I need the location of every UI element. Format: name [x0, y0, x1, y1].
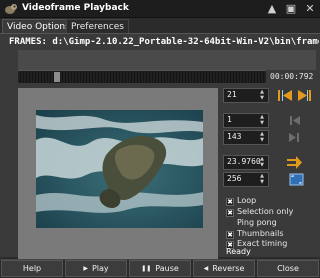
- help-label: Help: [22, 264, 42, 273]
- size-value: 256: [227, 174, 242, 183]
- frames-path-label: FRAMES: d:\Gimp-2.10.22_Portable-32-64bi…: [9, 37, 319, 47]
- fps-value: 23.9760: [227, 157, 261, 166]
- reverse-label: Reverse: [212, 264, 245, 273]
- current-frame-value: 21: [227, 90, 237, 99]
- go-start-icon[interactable]: [277, 88, 294, 103]
- from-frame-value: 1: [227, 115, 232, 124]
- speed-icon[interactable]: [286, 155, 303, 170]
- current-frame-spinbox[interactable]: 21 ▲ ▼: [223, 88, 269, 103]
- checkbox-checked-icon: ✖: [226, 231, 234, 239]
- thumbnails-checkbox[interactable]: ✖ Thumbnails: [226, 229, 283, 239]
- spin-arrows-icon[interactable]: ▲ ▼: [258, 131, 266, 144]
- fps-spinbox[interactable]: 23.9760 ▲ ▼: [223, 155, 269, 170]
- window-title: Videoframe Playback: [22, 3, 129, 13]
- thumbnails-label: Thumbnails: [237, 229, 284, 238]
- spin-arrows-icon[interactable]: ▲ ▼: [258, 173, 266, 186]
- to-frame-spinbox[interactable]: 143 ▲ ▼: [223, 130, 269, 145]
- set-to-icon[interactable]: [286, 130, 303, 145]
- ping-pong-label: Ping pong: [237, 218, 277, 227]
- tab-video-options[interactable]: Video Options: [2, 19, 75, 34]
- close-icon[interactable]: ✕: [302, 1, 318, 17]
- maximize-icon[interactable]: ▲: [264, 1, 280, 17]
- title-bar: Videoframe Playback ▲ ▣ ✕: [0, 0, 320, 18]
- selection-only-checkbox[interactable]: ✖ Selection only: [226, 207, 293, 217]
- close-button[interactable]: Close: [257, 260, 319, 277]
- timeline-scrubber[interactable]: [18, 70, 266, 83]
- from-frame-spinbox[interactable]: 1 ▲ ▼: [223, 113, 269, 128]
- pause-button[interactable]: ❚❚ Pause: [129, 260, 191, 277]
- app-icon: [5, 4, 17, 14]
- reverse-button[interactable]: ◀ Reverse: [193, 260, 255, 277]
- timeline-position-marker[interactable]: [54, 72, 60, 82]
- to-frame-value: 143: [227, 132, 242, 141]
- tab-preferences[interactable]: Preferences: [66, 19, 129, 34]
- loop-checkbox[interactable]: ✖ Loop: [226, 196, 256, 206]
- play-icon: ▶: [83, 265, 88, 272]
- status-text: Ready: [226, 247, 251, 256]
- close-label: Close: [277, 264, 299, 273]
- reverse-icon: ◀: [203, 265, 209, 272]
- selection-only-label: Selection only: [237, 207, 294, 216]
- size-spinbox[interactable]: 256 ▲ ▼: [223, 172, 269, 187]
- thumbnail-strip: [18, 50, 316, 70]
- pause-icon: ❚❚: [141, 265, 152, 272]
- tab-bar: Video Options Preferences: [0, 19, 320, 34]
- play-label: Play: [91, 264, 109, 273]
- pause-label: Pause: [155, 264, 179, 273]
- spin-arrows-icon[interactable]: ▲ ▼: [258, 89, 266, 102]
- timecode: 00:00:792: [270, 72, 314, 81]
- ping-pong-checkbox[interactable]: Ping pong: [226, 218, 277, 227]
- restore-icon[interactable]: ▣: [283, 1, 299, 17]
- checkbox-checked-icon: ✖: [226, 209, 234, 217]
- loop-label: Loop: [237, 196, 257, 205]
- help-button[interactable]: Help: [1, 260, 63, 277]
- set-from-icon[interactable]: [286, 113, 303, 128]
- spin-arrows-icon[interactable]: ▲ ▼: [258, 156, 266, 169]
- checkbox-checked-icon: ✖: [226, 198, 234, 206]
- play-button[interactable]: ▶ Play: [65, 260, 127, 277]
- checkbox-unchecked-icon: [226, 218, 234, 226]
- video-preview-image: [36, 110, 203, 228]
- go-end-icon[interactable]: [296, 88, 313, 103]
- spin-arrows-icon[interactable]: ▲ ▼: [258, 114, 266, 127]
- resize-icon[interactable]: [288, 172, 305, 187]
